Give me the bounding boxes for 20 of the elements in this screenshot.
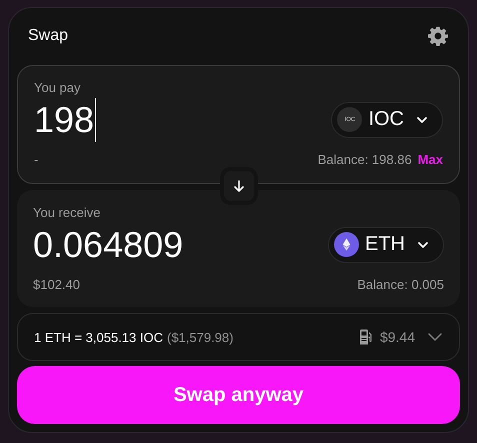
ethereum-icon [334,232,359,258]
arrow-down-icon [232,178,246,193]
settings-icon[interactable] [428,26,448,46]
usd-value: $102.40 [33,276,80,292]
rate-row[interactable]: 1 ETH = 3,055.13 IOC ($1,579.98) $9.44 [17,312,460,362]
field-label: You pay [34,80,81,95]
swap-direction-button[interactable] [220,166,258,205]
rate-usd-value: ($1,579.98) [166,330,234,345]
balance-text: Balance: 0.005 [357,276,444,292]
amount-field[interactable]: 198 [34,98,96,142]
amount-field[interactable]: 0.064809 [33,222,184,267]
exchange-rate: 1 ETH = 3,055.13 IOC [34,330,163,345]
gas-pump-icon [358,329,374,346]
token-selector[interactable]: ETH [328,226,444,263]
max-button[interactable]: Max [418,152,443,167]
window-title: Swap [28,27,68,46]
balance-text: Balance: 198.86 [318,152,412,167]
field-label: You receive [33,204,100,220]
gas-fee: $9.44 [380,329,415,346]
usd-value: - [34,152,38,167]
